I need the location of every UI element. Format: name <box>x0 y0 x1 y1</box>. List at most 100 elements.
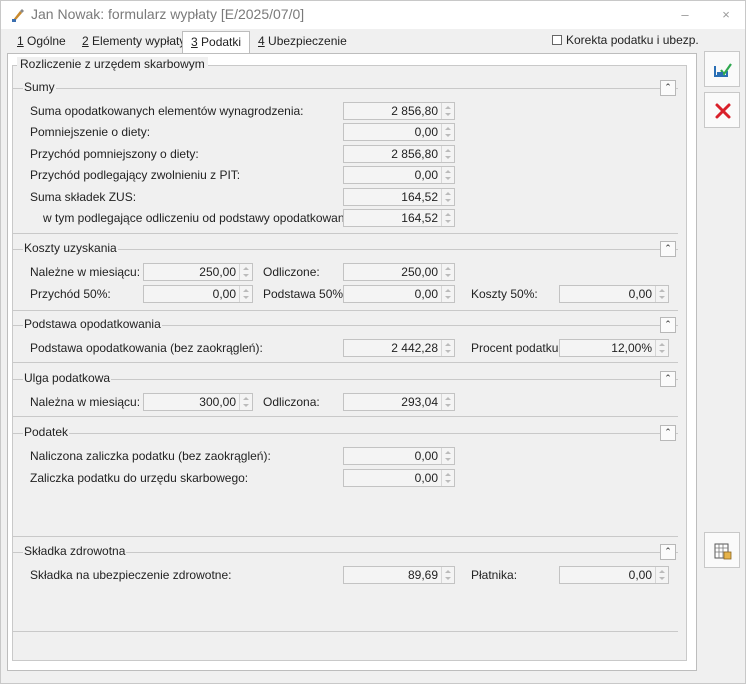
spinner[interactable] <box>441 189 454 205</box>
label-suma-skladek-zus: Suma składek ZUS: <box>30 190 137 204</box>
tab-elementy-wyplaty[interactable]: 2 Elementy wypłaty <box>74 31 193 53</box>
field-value: 164,52 <box>401 190 438 204</box>
spinner[interactable] <box>655 340 668 356</box>
spinner[interactable] <box>655 286 668 302</box>
field-zaliczka-do-us[interactable]: 0,00 <box>343 469 455 487</box>
section-title: Ulga podatkowa <box>23 371 112 385</box>
field-przychod-pomniejszony[interactable]: 2 856,80 <box>343 145 455 163</box>
field-value: 2 856,80 <box>391 147 438 161</box>
section-title: Podatek <box>23 425 70 439</box>
field-koszty-50[interactable]: 0,00 <box>559 285 669 303</box>
field-przychod-zwolniony[interactable]: 0,00 <box>343 166 455 184</box>
spinner[interactable] <box>441 210 454 226</box>
save-button[interactable] <box>704 51 740 87</box>
label-naliczona-zaliczka: Naliczona zaliczka podatku (bez zaokrągl… <box>30 449 271 463</box>
label-odliczone: Odliczone: <box>263 265 320 279</box>
tab-key: 2 <box>82 34 89 48</box>
field-platnika[interactable]: 0,00 <box>559 566 669 584</box>
label-podstawa-opodatkowania: Podstawa opodatkowania (bez zaokrągleń): <box>30 341 263 355</box>
label-podstawa-50: Podstawa 50%: <box>263 287 347 301</box>
collapse-ulga-button[interactable]: ⌃ <box>660 371 676 387</box>
spinner[interactable] <box>441 124 454 140</box>
field-podstawa-opodatkowania[interactable]: 2 442,28 <box>343 339 455 357</box>
field-suma-skladek-zus[interactable]: 164,52 <box>343 188 455 206</box>
label-suma-opodatkowanych: Suma opodatkowanych elementów wynagrodze… <box>30 104 304 118</box>
close-button[interactable]: × <box>714 5 738 25</box>
section-title: Składka zdrowotna <box>23 544 127 558</box>
calculator-button[interactable] <box>704 532 740 568</box>
label-procent-podatku: Procent podatku: <box>471 341 562 355</box>
tab-label: Podatki <box>197 35 242 49</box>
save-icon <box>714 63 732 77</box>
field-value: 2 442,28 <box>391 341 438 355</box>
spinner[interactable] <box>239 394 252 410</box>
label-przychod-zwolniony: Przychód podlegający zwolnieniu z PIT: <box>30 168 241 182</box>
field-value: 2 856,80 <box>391 104 438 118</box>
korekta-checkbox[interactable]: Korekta podatku i ubezp. <box>552 33 699 47</box>
cancel-icon <box>715 103 731 119</box>
field-value: 0,00 <box>628 287 652 301</box>
minimize-button[interactable]: – <box>673 5 697 25</box>
collapse-koszty-button[interactable]: ⌃ <box>660 241 676 257</box>
window-title: Jan Nowak: formularz wypłaty [E/2025/07/… <box>31 6 305 22</box>
label-skladka-zdrowotna: Składka na ubezpieczenie zdrowotne: <box>30 568 232 582</box>
tab-label: Elementy wypłaty <box>88 34 186 48</box>
field-value: 164,52 <box>401 211 438 225</box>
spinner[interactable] <box>441 286 454 302</box>
spinner[interactable] <box>441 103 454 119</box>
label-przychod-pomniejszony: Przychód pomniejszony o diety: <box>30 147 199 161</box>
field-podstawa-50[interactable]: 0,00 <box>343 285 455 303</box>
field-przychod-50[interactable]: 0,00 <box>143 285 253 303</box>
tab-ogolne[interactable]: 1 Ogólne <box>9 31 74 53</box>
spinner[interactable] <box>441 448 454 464</box>
tab-key: 3 <box>191 35 198 49</box>
collapse-podstawa-button[interactable]: ⌃ <box>660 317 676 333</box>
title-bar: Jan Nowak: formularz wypłaty [E/2025/07/… <box>1 1 745 29</box>
spinner[interactable] <box>441 340 454 356</box>
field-nalezna-w-miesiacu[interactable]: 300,00 <box>143 393 253 411</box>
calculator-icon <box>714 543 732 560</box>
field-odliczona[interactable]: 293,04 <box>343 393 455 411</box>
checkbox-box[interactable] <box>552 35 562 45</box>
label-przychod-50: Przychód 50%: <box>30 287 111 301</box>
field-value: 89,69 <box>407 568 438 582</box>
spinner[interactable] <box>441 146 454 162</box>
tab-ubezpieczenie[interactable]: 4 Ubezpieczenie <box>250 31 355 53</box>
payroll-form-window: Jan Nowak: formularz wypłaty [E/2025/07/… <box>0 0 746 684</box>
collapse-sumy-button[interactable]: ⌃ <box>660 80 676 96</box>
field-suma-opodatkowanych[interactable]: 2 856,80 <box>343 102 455 120</box>
section-title: Koszty uzyskania <box>23 241 118 255</box>
field-w-tym-odliczeniu[interactable]: 164,52 <box>343 209 455 227</box>
spinner[interactable] <box>239 264 252 280</box>
field-value: 0,00 <box>414 168 438 182</box>
spinner[interactable] <box>655 567 668 583</box>
section-skladka-zdrowotna: Składka zdrowotna <box>12 544 678 632</box>
field-value: 0,00 <box>414 471 438 485</box>
field-value: 250,00 <box>199 265 236 279</box>
field-value: 300,00 <box>199 395 236 409</box>
field-value: 250,00 <box>401 265 438 279</box>
field-odliczone[interactable]: 250,00 <box>343 263 455 281</box>
field-value: 0,00 <box>628 568 652 582</box>
label-platnika: Płatnika: <box>471 568 518 582</box>
field-skladka-zdrowotna[interactable]: 89,69 <box>343 566 455 584</box>
cancel-button[interactable] <box>704 92 740 128</box>
spinner[interactable] <box>441 167 454 183</box>
tab-podatki[interactable]: 3 Podatki <box>182 31 251 54</box>
spinner[interactable] <box>441 264 454 280</box>
tab-label: Ogólne <box>23 34 66 48</box>
spinner[interactable] <box>441 470 454 486</box>
spinner[interactable] <box>441 567 454 583</box>
field-pomniejszenie-diety[interactable]: 0,00 <box>343 123 455 141</box>
field-nalezne-w-miesiacu[interactable]: 250,00 <box>143 263 253 281</box>
field-procent-podatku[interactable]: 12,00% <box>559 339 669 357</box>
label-nalezna-w-miesiacu: Należna w miesiącu: <box>30 395 141 409</box>
app-icon <box>10 7 26 23</box>
field-value: 293,04 <box>401 395 438 409</box>
spinner[interactable] <box>441 394 454 410</box>
spinner[interactable] <box>239 286 252 302</box>
label-koszty-50: Koszty 50%: <box>471 287 538 301</box>
collapse-podatek-button[interactable]: ⌃ <box>660 425 676 441</box>
collapse-zdrowotna-button[interactable]: ⌃ <box>660 544 676 560</box>
field-naliczona-zaliczka[interactable]: 0,00 <box>343 447 455 465</box>
